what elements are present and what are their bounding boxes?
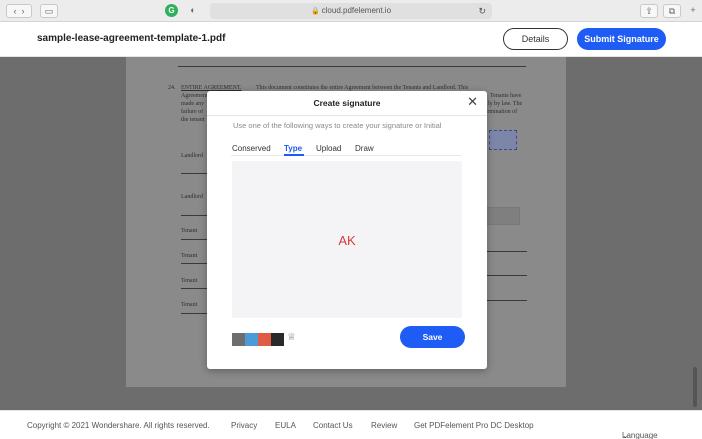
copyright-text: Copyright © 2021 Wondershare. All rights…: [27, 421, 210, 430]
divider: [207, 115, 487, 116]
tab-upload[interactable]: Upload: [316, 144, 341, 153]
rule-line: [181, 173, 207, 174]
tab-type[interactable]: Type: [284, 144, 302, 153]
footer-link-contact[interactable]: Contact Us: [313, 421, 353, 430]
document-title: sample-lease-agreement-template-1.pdf: [37, 33, 226, 44]
footer-link-privacy[interactable]: Privacy: [231, 421, 257, 430]
rule-line: [181, 263, 207, 264]
crown-icon[interactable]: ♕: [287, 332, 296, 343]
new-tab-icon[interactable]: +: [687, 4, 699, 18]
rule-line: [487, 300, 527, 301]
tab-conserved[interactable]: Conserved: [232, 144, 271, 153]
submit-signature-button[interactable]: Submit Signature: [577, 28, 666, 50]
paragraph-line: Tenants have: [490, 93, 522, 99]
paragraph-line: Agreement: [181, 93, 208, 99]
active-tab-indicator: [284, 154, 304, 156]
address-bar[interactable]: 🔒 cloud.pdfelement.io ↻: [210, 3, 492, 19]
dialog-subtitle: Use one of the following ways to create …: [233, 121, 442, 130]
signature-row-label: Landlord: [181, 153, 203, 159]
share-icon[interactable]: ⇧: [640, 4, 658, 18]
signature-row-label: Tenant: [181, 253, 198, 259]
forward-icon[interactable]: ›: [22, 6, 25, 16]
paragraph-number: 24.: [168, 85, 176, 91]
rule-line: [181, 288, 207, 289]
signature-row-label: Tenant: [181, 302, 198, 308]
color-swatch-black[interactable]: [271, 333, 284, 346]
scrollbar-thumb[interactable]: [693, 367, 697, 407]
signature-input-area[interactable]: AK: [232, 161, 462, 318]
chevron-down-icon: ⌄: [622, 431, 629, 439]
rule-line: [181, 215, 207, 216]
signature-row-label: Tenant: [181, 228, 198, 234]
tabs-icon[interactable]: ⧉: [663, 4, 681, 18]
lock-icon: 🔒: [310, 8, 320, 15]
rule-line: [178, 66, 526, 67]
grammarly-icon[interactable]: G: [165, 4, 178, 17]
footer-link-desktop[interactable]: Get PDFelement Pro DC Desktop: [414, 421, 534, 430]
reload-icon[interactable]: ↻: [478, 3, 486, 19]
app-header: sample-lease-agreement-template-1.pdf De…: [0, 22, 702, 57]
signature-preview: AK: [338, 233, 356, 248]
save-button[interactable]: Save: [400, 326, 465, 348]
sidebar-icon[interactable]: ▭: [40, 4, 58, 18]
url-text: cloud.pdfelement.io: [321, 6, 392, 15]
back-icon[interactable]: ‹: [13, 6, 16, 16]
signature-row-label: Tenant: [181, 278, 198, 284]
paragraph-line: the tenant: [181, 117, 205, 123]
details-button[interactable]: Details: [503, 28, 568, 50]
create-signature-dialog: Create signature ✕ Use one of the follow…: [207, 91, 487, 369]
page-footer: Copyright © 2021 Wondershare. All rights…: [0, 410, 702, 439]
tab-draw[interactable]: Draw: [355, 144, 374, 153]
shield-icon[interactable]: ◐: [186, 4, 200, 18]
paragraph-line: failure of: [181, 109, 204, 115]
signature-row-label: Landlord: [181, 194, 203, 200]
dialog-title: Create signature: [313, 98, 381, 108]
rule-line: [181, 313, 207, 314]
signature-field[interactable]: [489, 130, 517, 150]
footer-link-eula[interactable]: EULA: [275, 421, 296, 430]
rule-line: [487, 275, 527, 276]
tabs-divider: [231, 155, 461, 156]
paragraph-line: ly by law. The: [488, 101, 523, 107]
paragraph-line: termination of: [483, 109, 518, 115]
close-icon[interactable]: ✕: [467, 95, 478, 108]
browser-toolbar: ‹ › ▭ G ◐ 🔒 cloud.pdfelement.io ↻ ⇧ ⧉ +: [0, 0, 702, 22]
rule-line: [487, 251, 527, 252]
rule-line: [181, 239, 207, 240]
color-swatch-gray[interactable]: [232, 333, 245, 346]
color-swatch-blue[interactable]: [245, 333, 258, 346]
paragraph-line: made any: [181, 101, 205, 107]
footer-link-review[interactable]: Review: [371, 421, 397, 430]
color-swatch-red[interactable]: [258, 333, 271, 346]
back-forward-buttons[interactable]: ‹ ›: [6, 4, 32, 18]
